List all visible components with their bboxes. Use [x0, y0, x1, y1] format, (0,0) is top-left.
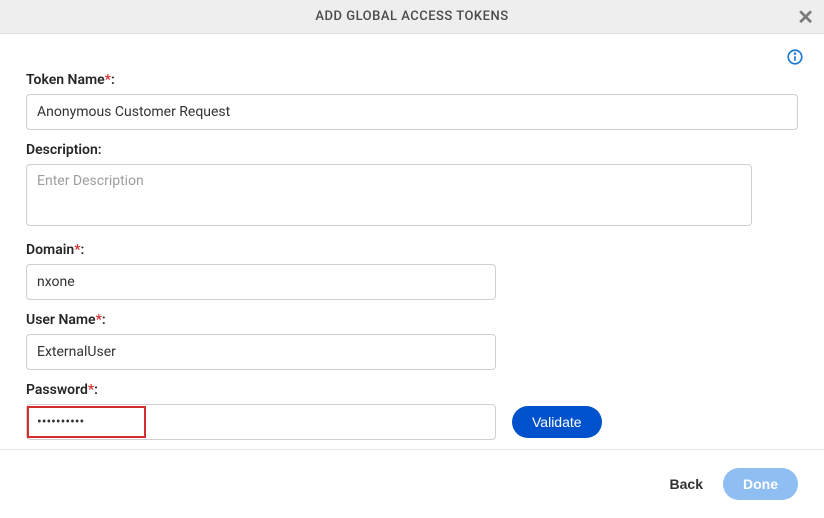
field-user-name: User Name*:	[26, 312, 798, 370]
info-icon[interactable]	[786, 48, 804, 66]
field-description: Description:	[26, 142, 798, 230]
domain-label: Domain*:	[26, 242, 798, 258]
user-name-label: User Name*:	[26, 312, 798, 328]
field-token-name: Token Name*:	[26, 72, 798, 130]
password-row: Validate	[26, 404, 798, 440]
user-name-label-text: User Name	[26, 312, 96, 328]
dialog-title: ADD GLOBAL ACCESS TOKENS	[315, 9, 508, 24]
validate-button[interactable]: Validate	[512, 406, 602, 438]
required-star: *	[88, 382, 94, 398]
required-star: *	[74, 242, 80, 258]
password-label-text: Password	[26, 382, 88, 398]
field-domain: Domain*:	[26, 242, 798, 300]
required-star: *	[96, 312, 102, 328]
dialog-body: Token Name*: Description: Domain*: User …	[0, 34, 824, 462]
token-name-label: Token Name*:	[26, 72, 798, 88]
token-name-label-text: Token Name	[26, 72, 105, 88]
close-icon[interactable]: ✕	[797, 7, 814, 27]
password-input[interactable]	[26, 404, 496, 440]
field-password: Password*: Validate	[26, 382, 798, 440]
done-button[interactable]: Done	[723, 468, 798, 500]
domain-input[interactable]	[26, 264, 496, 300]
user-name-input[interactable]	[26, 334, 496, 370]
password-label: Password*:	[26, 382, 798, 398]
token-name-input[interactable]	[26, 94, 798, 130]
back-button[interactable]: Back	[670, 476, 703, 492]
description-label: Description:	[26, 142, 798, 158]
domain-label-text: Domain	[26, 242, 74, 258]
dialog-header: ADD GLOBAL ACCESS TOKENS ✕	[0, 0, 824, 34]
required-star: *	[105, 72, 111, 88]
dialog-footer: Back Done	[0, 449, 824, 518]
description-input[interactable]	[26, 164, 752, 226]
